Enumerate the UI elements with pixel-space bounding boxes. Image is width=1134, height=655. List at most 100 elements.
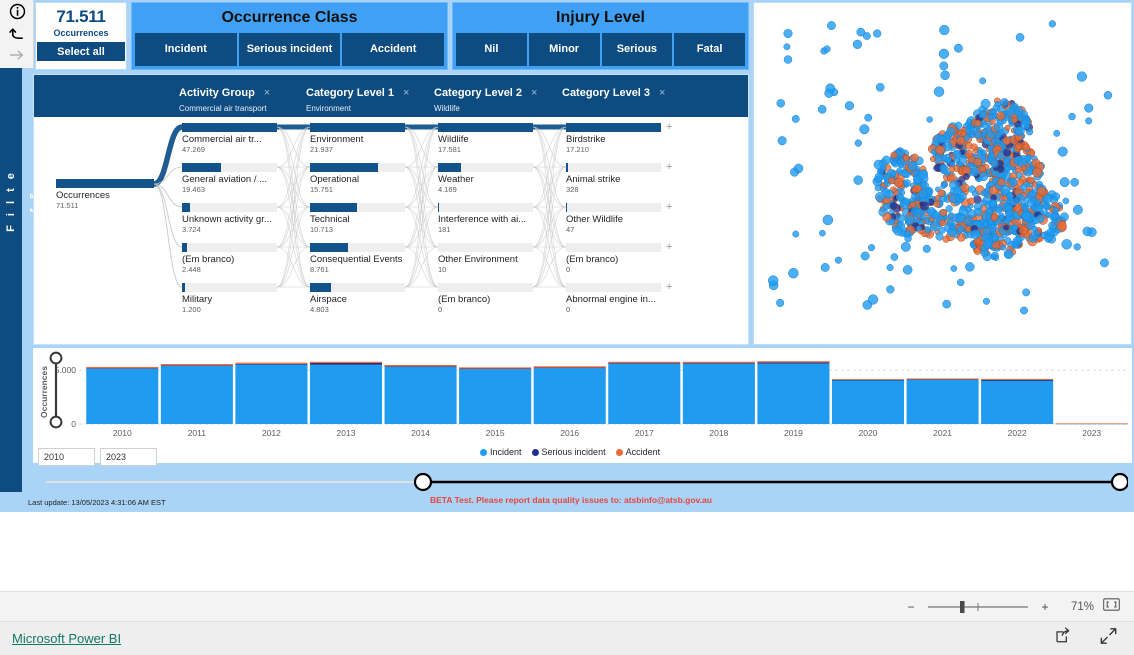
map-bubble[interactable] (854, 139, 862, 147)
map-bubble[interactable] (788, 267, 799, 279)
map-bubble[interactable] (1052, 192, 1061, 201)
map-bubble[interactable] (1001, 195, 1008, 202)
map-bubble[interactable] (820, 263, 830, 272)
map-bubble[interactable] (902, 197, 910, 206)
map-bubble[interactable] (1030, 230, 1041, 240)
map-bubble[interactable] (1059, 212, 1069, 222)
fit-to-screen-icon[interactable] (1103, 597, 1120, 616)
map-bubble[interactable] (980, 199, 988, 206)
remove-category-level-1-icon[interactable]: × (403, 87, 409, 99)
map-bubble[interactable] (1003, 249, 1014, 260)
map-bubble[interactable] (1057, 146, 1068, 157)
slicer-option-serious-incident[interactable]: Serious incident (238, 33, 341, 66)
map-bubble[interactable] (881, 155, 891, 165)
map-bubble[interactable] (860, 251, 870, 261)
bar-segment[interactable] (608, 361, 681, 364)
map-bubble[interactable] (970, 229, 981, 240)
bar-segment[interactable] (235, 363, 308, 365)
bar-segment[interactable] (608, 363, 681, 424)
map-bubble[interactable] (937, 134, 947, 144)
bar-segment[interactable] (86, 366, 159, 369)
map-bubble[interactable] (902, 154, 910, 162)
slicer-option-incident[interactable]: Incident (135, 33, 237, 66)
map-bubble[interactable] (982, 297, 990, 305)
year-from-input[interactable]: 2010 (38, 448, 95, 466)
remove-category-level-2-icon[interactable]: × (531, 87, 537, 99)
map-bubble[interactable] (939, 24, 950, 36)
map-bubble[interactable] (1048, 20, 1056, 28)
map-bubble[interactable] (1046, 227, 1055, 236)
bar-segment[interactable] (86, 368, 159, 369)
map-bubble[interactable] (900, 241, 911, 252)
map-bubble[interactable] (940, 183, 946, 189)
map-bubble[interactable] (1027, 176, 1035, 184)
sankey-node[interactable]: Abnormal engine in... 0 (566, 283, 661, 314)
map-bubble[interactable] (893, 177, 904, 188)
sankey-node-root[interactable]: Occurrences 71.511 (56, 179, 154, 210)
map-bubble[interactable] (973, 207, 983, 217)
map-bubble[interactable] (968, 185, 976, 193)
bar-segment[interactable] (533, 366, 606, 368)
map-bubble[interactable] (1002, 148, 1012, 157)
map-bubble[interactable] (856, 27, 866, 37)
map-bubble[interactable] (1022, 288, 1031, 297)
map-bubble[interactable] (1021, 110, 1028, 118)
map-bubble[interactable] (791, 114, 800, 123)
map-bubble[interactable] (904, 234, 912, 243)
map-bubble[interactable] (886, 285, 895, 294)
map-bubble[interactable] (859, 124, 870, 135)
map-bubble[interactable] (939, 61, 949, 71)
map-bubble[interactable] (926, 116, 933, 123)
map-bubble[interactable] (949, 180, 959, 190)
map-bubble[interactable] (1000, 244, 1007, 251)
map-bubble[interactable] (1005, 215, 1012, 222)
bar-segment[interactable] (309, 362, 383, 365)
map-bubble[interactable] (994, 100, 1001, 108)
map-bubble[interactable] (882, 203, 890, 211)
sankey-node[interactable]: Birdstrike 17.210 (566, 123, 661, 154)
map-bubble[interactable] (873, 29, 882, 38)
map-bubble[interactable] (888, 218, 896, 225)
map-bubble[interactable] (962, 173, 970, 181)
map-bubble[interactable] (1000, 98, 1009, 107)
map-bubble[interactable] (946, 217, 955, 226)
map-bubble[interactable] (998, 214, 1005, 221)
map-bubble[interactable] (875, 82, 885, 92)
map-bubble[interactable] (1011, 117, 1018, 124)
bar-segment[interactable] (533, 368, 606, 424)
bar-segment[interactable] (906, 378, 979, 380)
map-bubble[interactable] (942, 235, 950, 243)
map-bubble[interactable] (867, 294, 879, 305)
map-bubble[interactable] (824, 88, 834, 98)
map-bubble[interactable] (1012, 242, 1019, 249)
map-bubble[interactable] (1032, 167, 1043, 178)
legend-item-serious-incident[interactable]: Serious incident (531, 447, 606, 457)
legend-item-incident[interactable]: Incident (480, 447, 522, 457)
map-bubble[interactable] (947, 212, 955, 220)
sankey-node[interactable]: Operational 15.751 (310, 163, 405, 194)
share-icon[interactable] (1055, 627, 1073, 650)
expand-node-icon[interactable]: + (666, 282, 672, 293)
map-bubble[interactable] (822, 214, 834, 226)
zoom-out-button[interactable]: − (905, 600, 917, 614)
map-bubble[interactable] (997, 178, 1005, 186)
map-bubble[interactable] (965, 262, 975, 272)
sankey-node[interactable]: Weather 4.169 (438, 163, 533, 194)
expand-node-icon[interactable]: + (666, 202, 672, 213)
map-bubble[interactable] (1020, 164, 1027, 172)
map-bubble[interactable] (933, 200, 941, 208)
map-bubble[interactable] (990, 159, 999, 168)
map-bubble[interactable] (895, 193, 904, 201)
map-bubble[interactable] (823, 45, 831, 53)
map-bubble[interactable] (1029, 190, 1037, 199)
map-bubble[interactable] (1072, 204, 1083, 215)
map-bubble[interactable] (1036, 214, 1045, 223)
sankey-node[interactable]: Consequential Events 8.761 (310, 243, 405, 274)
map-bubble[interactable] (1000, 184, 1011, 196)
map-bubble[interactable] (792, 230, 800, 238)
map-bubble[interactable] (933, 86, 945, 97)
map-bubble[interactable] (1043, 193, 1053, 203)
bar-segment[interactable] (384, 367, 457, 424)
slicer-option-accident[interactable]: Accident (342, 33, 445, 66)
microsoft-power-bi-link[interactable]: Microsoft Power BI (12, 631, 121, 646)
